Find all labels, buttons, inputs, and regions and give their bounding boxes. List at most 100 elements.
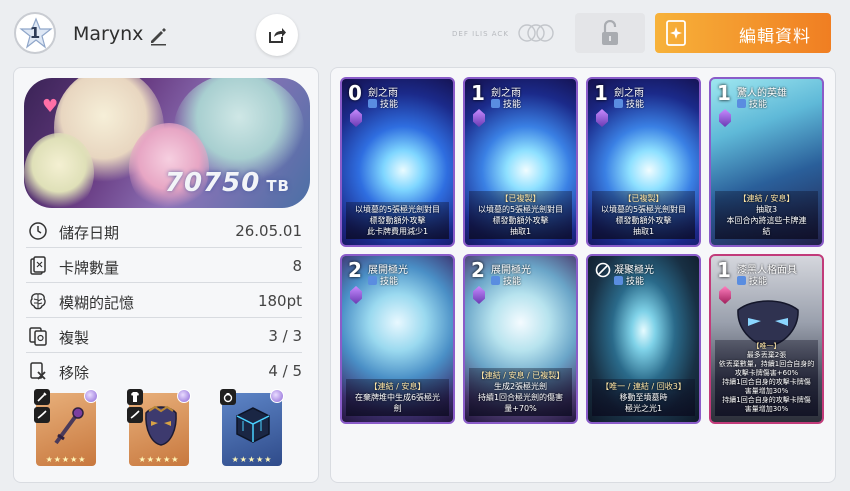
card-unfold-aurora[interactable]: 2 展開極光 技能 【連結 / 安息 / 已複製】 生成2張極光劍 持續1回合極… [463,254,578,424]
card-desc-line: 結 [762,227,771,236]
card-type-label: 技能 [380,277,399,287]
stat-label: 模糊的記憶 [59,294,135,312]
card-amazing-hero[interactable]: 1 驚人的英雄 技能 【連結 / 安息】 抽取3 本回合內將這些卡牌連 結 [709,77,824,247]
share-icon [269,28,286,43]
skill-icon [614,276,623,285]
stat-row-copy: 複製 3 / 3 [26,318,302,353]
card-description: 【連結 / 安息】 抽取3 本回合內將這些卡牌連 結 [715,191,818,239]
copy-icon [29,327,47,346]
card-description: 【已複製】 以墳墓的5張極光劍對目 標發動額外攻擊 抽取1 [469,191,572,239]
card-type: 技能 [491,274,521,287]
card-desc-line: 以墳墓的5張極光劍對目 [600,205,687,214]
card-desc-line: 持續1回合自身的攻擊卡牌傷 [722,396,811,404]
skill-icon [368,99,377,108]
tb-score: 70750 TB [165,168,290,198]
mask-icon [145,405,177,446]
card-desc-line: 標發動額外攻擊 [492,216,549,225]
card-type-label: 技能 [503,277,522,287]
card-desc-line: 攻擊卡牌傷害+60% [734,369,799,377]
accessory-item[interactable]: ★★★★★ [220,389,284,466]
card-desc-line: 以墳墓的5張極光劍對目 [477,205,564,214]
card-description: 【已複製】 以墳墓的5張極光劍對目 標發動額外攻擊 抽取1 [592,191,695,239]
card-type-label: 技能 [749,277,768,287]
share-button[interactable] [256,14,298,56]
edit-profile-label: 編輯資料 [739,27,811,47]
card-desc-line: 劍 [393,404,402,413]
stat-value: 3 / 3 [268,327,302,345]
card-unfold-aurora[interactable]: 2 展開極光 技能 【連結 / 安息】 在棄牌堆中生成6張極光 劍 [340,254,455,424]
card-tag: 【已複製】 [500,194,541,203]
card-sword-rain[interactable]: 1 劍之雨 技能 【已複製】 以墳墓的5張極光劍對目 標發動額外攻擊 抽取1 [586,77,701,247]
card-type: 技能 [368,97,398,110]
card-cost: 0 [348,81,362,105]
card-sword-rain[interactable]: 0 劍之雨 技能 以墳墓的5張極光劍對目 標發動額外攻擊 此卡牌費用減少1 [340,77,455,247]
card-type-label: 技能 [380,100,399,110]
card-gather-aurora[interactable]: 凝聚極光 技能 【唯一 / 連結 / 回收3】 移動至墳墓時 極光之光1 [586,254,701,424]
card-type-label: 技能 [626,100,645,110]
key-sword-icon [54,407,84,445]
card-cost: 2 [471,258,485,282]
level-badge[interactable]: 1 [14,12,56,54]
rings-logo-icon [518,24,554,42]
stat-label: 儲存日期 [59,224,120,242]
card-type: 技能 [614,274,644,287]
brain-icon [30,293,46,310]
card-desc-line: 最多丟棄2張 [746,351,787,359]
card-cost: 1 [471,81,485,105]
card-type: 技能 [368,274,398,287]
card-desc-line: 移動至墳墓時 [619,393,668,402]
stat-value: 180pt [257,292,302,310]
card-type: 技能 [614,97,644,110]
profile-panel: ♥ 70750 TB 儲存日期 26.05.01 卡牌數量 8 模糊的記憶 180… [13,67,319,483]
unlock-icon [602,20,618,45]
tb-value: 70750 [164,168,261,198]
header: 1 Marynx DEF ILIS ACK 編輯資料 [0,0,850,66]
card-description: 【連結 / 安息】 在棄牌堆中生成6張極光 劍 [346,379,449,416]
card-sword-rain[interactable]: 1 劍之雨 技能 【已複製】 以墳墓的5張極光劍對目 標發動額外攻擊 抽取1 [463,77,578,247]
card-cost: 2 [348,258,362,282]
lock-button[interactable] [575,13,645,53]
card-type-label: 技能 [749,100,768,110]
card-cost: 1 [594,81,608,105]
stat-row-save-date: 儲存日期 26.05.01 [26,213,302,248]
rarity-stars: ★★★★★ [231,455,273,464]
card-desc-line: 極光之光1 [624,404,663,413]
card-type: 技能 [737,274,767,287]
heart-icon: ♥ [42,96,59,117]
card-tag: 【已複製】 [623,194,664,203]
card-edit-icon [666,20,686,46]
card-type: 技能 [737,97,767,110]
stat-value: 26.05.01 [235,222,302,240]
orb-icon [84,389,98,403]
edit-profile-button[interactable]: 編輯資料 [655,13,831,53]
skill-icon [491,276,500,285]
weapon-item[interactable]: ★★★★★ [34,389,98,466]
stat-row-remove: 移除 4 / 5 [26,353,302,388]
card-cost: 1 [717,81,731,105]
stat-label: 移除 [59,364,90,382]
pencil-icon[interactable] [148,26,168,46]
card-desc-line: 此卡牌費用減少1 [366,227,429,236]
orb-icon [270,389,284,403]
card-type-label: 技能 [626,277,645,287]
card-desc-line: 生成2張極光劍 [493,382,548,391]
skill-icon [614,99,623,108]
tb-unit: TB [266,177,290,195]
card-type: 技能 [491,97,521,110]
blade-icon [34,407,50,423]
card-desc-line: 抽取1 [632,227,655,236]
card-desc-line: 抽取3 [755,205,778,214]
card-desc-line: 本回合內將這些卡牌連 [726,216,807,225]
unique-icon [595,262,611,278]
card-desc-line: 害量增加30% [744,387,789,395]
stat-row-card-count: 卡牌數量 8 [26,248,302,283]
stat-value: 8 [292,257,302,275]
orb-icon [177,389,191,403]
card-description: 以墳墓的5張極光劍對目 標發動額外攻擊 此卡牌費用減少1 [346,202,449,239]
sword-icon [34,389,50,405]
card-dark-persona-mask[interactable]: 1 漆黑人格面具 技能 【唯一】 最多丟棄2張 依丟棄數量，持續1回合自身的 攻… [709,254,824,424]
armor-item[interactable]: ★★★★★ [127,389,191,466]
card-desc-line: 持續1回合自身的攻擊卡牌傷 [722,378,811,386]
card-tag: 【連結 / 安息 / 已複製】 [476,371,565,380]
card-desc-line: 量+70% [504,404,537,413]
